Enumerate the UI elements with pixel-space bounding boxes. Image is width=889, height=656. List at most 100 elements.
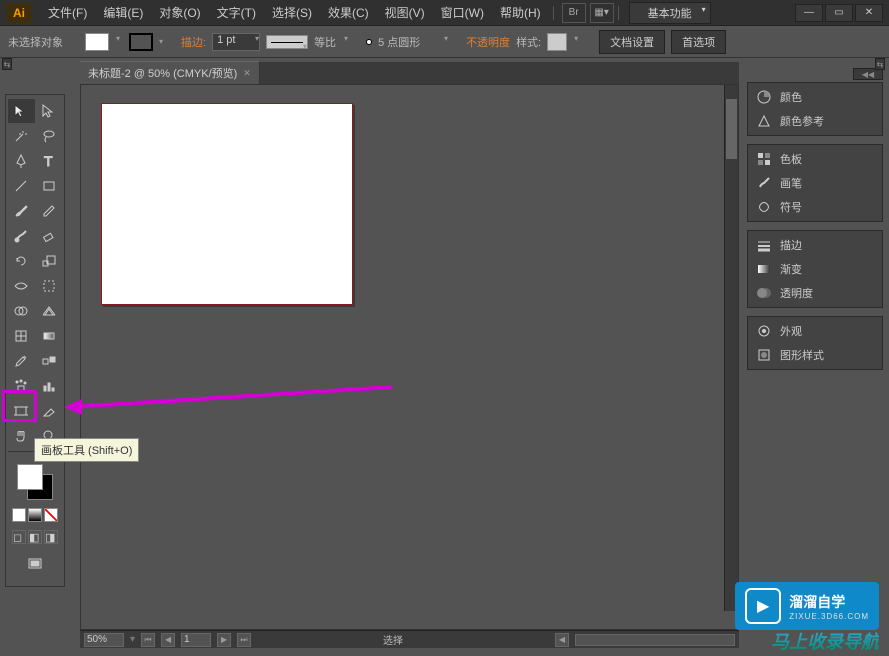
selection-status: 未选择对象 bbox=[8, 34, 63, 50]
play-icon: ▶ bbox=[745, 588, 781, 624]
panel-appearance[interactable]: 外观 bbox=[748, 319, 882, 343]
mesh-tool[interactable] bbox=[8, 324, 35, 348]
slice-tool[interactable] bbox=[36, 399, 63, 423]
color-picker[interactable]: ◻ ◧ ◨ bbox=[6, 454, 64, 586]
close-button[interactable]: ✕ bbox=[855, 4, 883, 22]
stroke-weight-input[interactable]: 1 pt bbox=[212, 33, 260, 51]
width-tool[interactable] bbox=[8, 274, 35, 298]
pencil-tool[interactable] bbox=[36, 199, 63, 223]
bridge-button[interactable]: Br bbox=[562, 3, 586, 23]
rectangle-tool[interactable] bbox=[36, 174, 63, 198]
free-transform-tool[interactable] bbox=[36, 274, 63, 298]
scale-tool[interactable] bbox=[36, 249, 63, 273]
menu-type[interactable]: 文字(T) bbox=[209, 0, 264, 25]
toolbox: T ◻ ◧ bbox=[5, 94, 65, 587]
status-mode: 选择 bbox=[383, 632, 403, 647]
document-tab-bar: 未标题-2 @ 50% (CMYK/预览) ✕ bbox=[80, 62, 739, 84]
perspective-grid-tool[interactable] bbox=[36, 299, 63, 323]
panel-color[interactable]: 颜色 bbox=[748, 85, 882, 109]
tooltip: 画板工具 (Shift+O) bbox=[34, 438, 139, 462]
symbol-sprayer-tool[interactable] bbox=[8, 374, 35, 398]
eraser-tool[interactable] bbox=[36, 224, 63, 248]
artboard[interactable] bbox=[101, 103, 353, 305]
brush-definition[interactable]: 5 点圆形 bbox=[378, 34, 448, 50]
nav-next[interactable]: ▶ bbox=[217, 633, 231, 647]
paintbrush-tool[interactable] bbox=[8, 199, 35, 223]
nav-first[interactable]: ⏮ bbox=[141, 633, 155, 647]
menu-file[interactable]: 文件(F) bbox=[40, 0, 95, 25]
menu-object[interactable]: 对象(O) bbox=[151, 0, 208, 25]
hand-tool[interactable] bbox=[8, 424, 35, 448]
shape-builder-tool[interactable] bbox=[8, 299, 35, 323]
screen-mode-button[interactable] bbox=[20, 552, 50, 576]
line-tool[interactable] bbox=[8, 174, 35, 198]
magic-wand-tool[interactable] bbox=[8, 124, 35, 148]
color-mode-normal[interactable] bbox=[12, 508, 26, 522]
panel-swatches[interactable]: 色板 bbox=[748, 147, 882, 171]
menu-window[interactable]: 窗口(W) bbox=[433, 0, 492, 25]
nav-prev[interactable]: ◀ bbox=[161, 633, 175, 647]
status-bar: ▾ ⏮ ◀ ▶ ⏭ 选择 ◀ bbox=[80, 630, 739, 648]
document-setup-button[interactable]: 文档设置 bbox=[599, 30, 665, 54]
blob-brush-tool[interactable] bbox=[8, 224, 35, 248]
type-tool[interactable]: T bbox=[36, 149, 63, 173]
pen-tool[interactable] bbox=[8, 149, 35, 173]
menu-view[interactable]: 视图(V) bbox=[377, 0, 433, 25]
direct-selection-tool[interactable] bbox=[36, 99, 63, 123]
draw-inside[interactable]: ◨ bbox=[44, 530, 58, 544]
menu-effect[interactable]: 效果(C) bbox=[320, 0, 377, 25]
separator bbox=[618, 6, 619, 20]
panel-brushes[interactable]: 画笔 bbox=[748, 171, 882, 195]
style-swatch[interactable] bbox=[547, 33, 567, 51]
maximize-button[interactable]: ▭ bbox=[825, 4, 853, 22]
panel-symbols[interactable]: 符号 bbox=[748, 195, 882, 219]
color-mode-gradient[interactable] bbox=[28, 508, 42, 522]
fill-color-swatch[interactable] bbox=[17, 464, 43, 490]
opacity-label[interactable]: 不透明度 bbox=[466, 34, 510, 50]
draw-behind[interactable]: ◧ bbox=[28, 530, 42, 544]
canvas[interactable] bbox=[80, 84, 739, 630]
expand-right-handle[interactable]: ⇆ bbox=[875, 58, 885, 70]
stroke-profile[interactable] bbox=[266, 35, 308, 49]
lasso-tool[interactable] bbox=[36, 124, 63, 148]
document-tab[interactable]: 未标题-2 @ 50% (CMYK/预览) ✕ bbox=[80, 61, 260, 84]
vertical-scrollbar[interactable] bbox=[724, 85, 738, 611]
watermark-sub: ZIXUE.3D66.COM bbox=[789, 612, 869, 621]
close-tab-icon[interactable]: ✕ bbox=[243, 68, 251, 79]
gradient-tool[interactable] bbox=[36, 324, 63, 348]
color-mode-none[interactable] bbox=[44, 508, 58, 522]
minimize-button[interactable]: — bbox=[795, 4, 823, 22]
rotate-tool[interactable] bbox=[8, 249, 35, 273]
panel-gradient[interactable]: 渐变 bbox=[748, 257, 882, 281]
preferences-button[interactable]: 首选项 bbox=[671, 30, 726, 54]
panel-graphic-styles[interactable]: 图形样式 bbox=[748, 343, 882, 367]
nav-last[interactable]: ⏭ bbox=[237, 633, 251, 647]
eyedropper-tool[interactable] bbox=[8, 349, 35, 373]
menu-help[interactable]: 帮助(H) bbox=[492, 0, 549, 25]
uniform-label[interactable]: 等比 bbox=[314, 34, 348, 50]
menu-edit[interactable]: 编辑(E) bbox=[95, 0, 151, 25]
zoom-input[interactable] bbox=[84, 633, 124, 647]
panel-transparency[interactable]: 透明度 bbox=[748, 281, 882, 305]
control-bar: 未选择对象 描边: 1 pt 等比 5 点圆形 不透明度 样式: 文档设置 首选… bbox=[0, 26, 889, 58]
svg-text:T: T bbox=[44, 153, 53, 169]
panel-stroke[interactable]: 描边 bbox=[748, 233, 882, 257]
right-panel-strip: ◀◀ 颜色 颜色参考 色板 画笔 符号 描边 渐变 透明度 外观 图形样式 bbox=[747, 82, 883, 378]
separator bbox=[553, 6, 554, 20]
scroll-left[interactable]: ◀ bbox=[555, 633, 569, 647]
menu-select[interactable]: 选择(S) bbox=[264, 0, 320, 25]
menu-bar: Ai 文件(F) 编辑(E) 对象(O) 文字(T) 选择(S) 效果(C) 视… bbox=[0, 0, 889, 26]
workspace-switcher[interactable]: 基本功能 bbox=[629, 2, 711, 24]
expand-left-handle[interactable]: ⇆ bbox=[2, 58, 12, 70]
panel-color-guide[interactable]: 颜色参考 bbox=[748, 109, 882, 133]
fill-swatch[interactable] bbox=[85, 33, 109, 51]
column-graph-tool[interactable] bbox=[36, 374, 63, 398]
arrange-docs-button[interactable]: ▦▾ bbox=[590, 3, 614, 23]
selection-tool[interactable] bbox=[8, 99, 35, 123]
blend-tool[interactable] bbox=[36, 349, 63, 373]
stroke-swatch[interactable] bbox=[129, 33, 153, 51]
horizontal-scrollbar[interactable] bbox=[575, 634, 735, 646]
artboard-nav-input[interactable] bbox=[181, 633, 211, 647]
draw-normal[interactable]: ◻ bbox=[12, 530, 26, 544]
artboard-tool[interactable] bbox=[8, 399, 35, 423]
